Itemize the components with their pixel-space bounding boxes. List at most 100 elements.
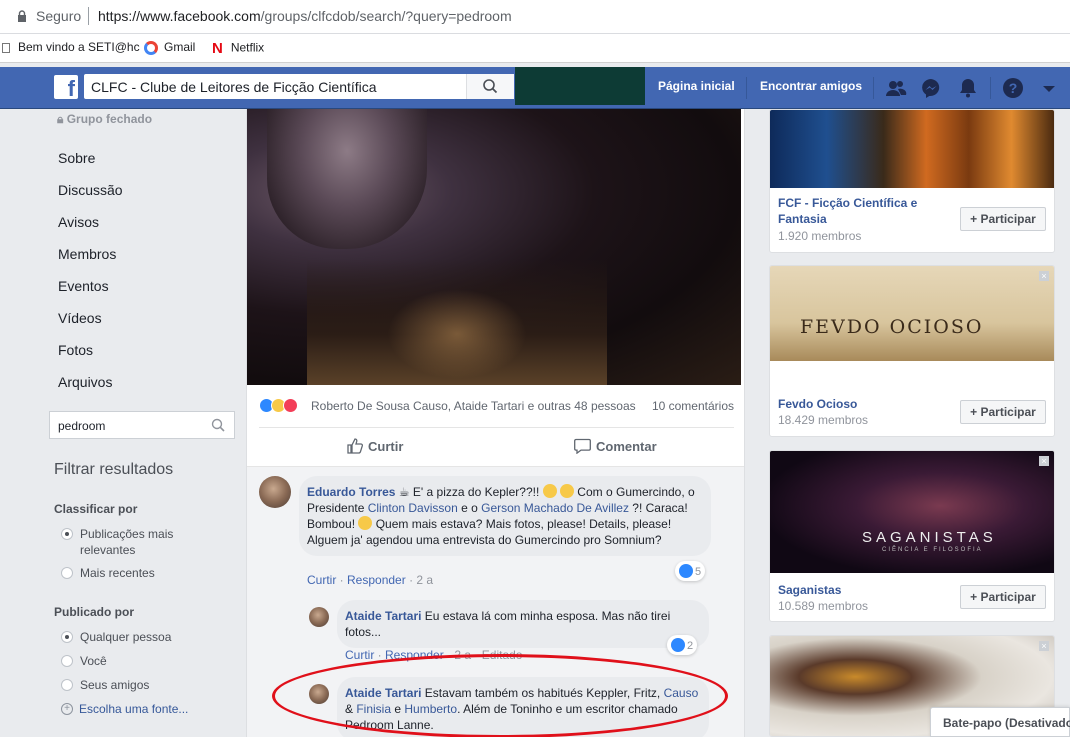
posted-by-anyone-radio[interactable]: [61, 631, 73, 643]
group-content-search-input[interactable]: pedroom: [49, 411, 235, 439]
comment-time[interactable]: 2 a: [416, 573, 433, 587]
comments-count[interactable]: 10 comentários: [652, 399, 734, 413]
secure-label: Seguro: [36, 8, 82, 24]
screen: Seguro https://www.facebook.com/groups/c…: [0, 0, 1070, 737]
plus-icon: +: [970, 212, 981, 226]
coffee-icon: ☕︎: [398, 485, 410, 499]
bookmark-gmail[interactable]: Gmail: [144, 40, 195, 55]
search-icon: [483, 79, 498, 94]
group-members: 18.429 membros: [778, 413, 869, 427]
sidebar-item-discussao[interactable]: Discussão: [58, 182, 123, 198]
find-friends-link[interactable]: Encontrar amigos: [760, 79, 862, 93]
search-button[interactable]: [466, 74, 514, 99]
join-group-label: Participar: [980, 405, 1036, 419]
sidebar-item-arquivos[interactable]: Arquivos: [58, 374, 112, 390]
join-group-button[interactable]: + Participar: [960, 585, 1046, 609]
banner-subtitle: CIÊNCIA E FILOSOFIA: [882, 547, 983, 553]
bookmark-netflix[interactable]: N Netflix: [212, 40, 264, 57]
comment-button-label: Comentar: [596, 439, 657, 454]
sort-relevant-radio[interactable]: [61, 528, 73, 540]
group-name-link[interactable]: Saganistas: [778, 582, 841, 598]
reactions-summary[interactable]: Roberto De Sousa Causo, Ataide Tartari e…: [259, 397, 734, 415]
reply-bubble: Ataide Tartari Eu estava lá com minha es…: [337, 600, 709, 648]
help-icon[interactable]: ?: [1002, 77, 1024, 99]
comment-author[interactable]: Ataide Tartari: [345, 609, 421, 623]
bookmark-netflix-label: Netflix: [230, 40, 265, 55]
avatar[interactable]: [259, 476, 291, 508]
sidebar-item-avisos[interactable]: Avisos: [58, 214, 99, 230]
mention-link[interactable]: Gerson Machado De Avillez: [481, 501, 629, 515]
astonished-emoji-icon: [542, 484, 557, 498]
banner-title: SAGANISTAS: [862, 529, 997, 546]
reply-like-link[interactable]: Curtir: [345, 648, 374, 662]
posted-by-friends-label[interactable]: Seus amigos: [80, 677, 149, 693]
close-icon[interactable]: ×: [1039, 641, 1049, 651]
suggested-group-card: FEVDO OCIOSO × Fevdo Ocioso 18.429 membr…: [769, 265, 1055, 437]
sort-recent-radio[interactable]: [61, 567, 73, 579]
comment-like-count[interactable]: 5: [675, 561, 706, 581]
avatar[interactable]: [309, 607, 329, 627]
group-name-link[interactable]: FCF - Ficção Científica e Fantasia: [778, 195, 958, 227]
highlight-ring-annotation: [272, 654, 728, 737]
comment-reply-link[interactable]: Responder: [347, 573, 406, 587]
left-sidebar: 🔒︎ Grupo fechado Sobre Discussão Avisos …: [0, 109, 245, 737]
chat-bar[interactable]: Bate-papo (Desativado): [930, 707, 1070, 737]
reply-like-count[interactable]: 2: [667, 635, 698, 655]
sidebar-item-eventos[interactable]: Eventos: [58, 278, 109, 294]
bookmark-seti-label: Bem vindo a SETI@hc: [18, 40, 140, 54]
group-name-link[interactable]: Fevdo Ocioso: [778, 396, 857, 412]
address-separator: [88, 7, 89, 25]
close-icon[interactable]: ×: [1039, 271, 1049, 281]
close-icon[interactable]: ×: [1039, 456, 1049, 466]
search-icon[interactable]: [211, 418, 225, 432]
home-link[interactable]: Página inicial: [658, 79, 735, 93]
lock-icon: [18, 10, 26, 22]
bookmark-seti[interactable]: Bem vindo a SETI@hc: [2, 40, 140, 54]
posted-by-anyone-label[interactable]: Qualquer pessoa: [80, 629, 171, 645]
comment-bubble: Eduardo Torres ☕︎ E' a pizza do Kepler??…: [299, 476, 711, 556]
group-banner[interactable]: FEVDO OCIOSO: [770, 266, 1054, 361]
like-count: 5: [695, 566, 702, 578]
notifications-bell-icon[interactable]: [957, 77, 979, 99]
url-text[interactable]: https://www.facebook.com/groups/clfcdob/…: [98, 8, 512, 24]
header-dark-panel: [515, 67, 645, 105]
filter-results-title: Filtrar resultados: [54, 461, 174, 478]
comment-author[interactable]: Eduardo Torres: [307, 485, 395, 499]
search-result-post: Roberto De Sousa Causo, Ataide Tartari e…: [246, 109, 745, 737]
join-group-button[interactable]: + Participar: [960, 207, 1046, 231]
join-group-button[interactable]: + Participar: [960, 400, 1046, 424]
post-photo[interactable]: [247, 109, 741, 385]
nav-separator: [873, 77, 874, 99]
comment-meta: Curtir · Responder · 2 a: [307, 573, 434, 587]
like-count: 2: [687, 640, 694, 652]
group-search-input[interactable]: CLFC - Clube de Leitores de Ficção Cient…: [84, 74, 514, 99]
love-reaction-icon: [283, 398, 298, 413]
posted-by-label: Publicado por: [54, 605, 135, 619]
posted-by-you-label[interactable]: Você: [80, 653, 107, 669]
comment-like-link[interactable]: Curtir: [307, 573, 336, 587]
url-path: /groups/clfcdob/search/?query=pedroom: [260, 8, 512, 24]
choose-source-link[interactable]: Escolha uma fonte...: [79, 702, 188, 716]
posted-by-friends-radio[interactable]: [61, 679, 73, 691]
like-button[interactable]: Curtir: [347, 438, 403, 454]
mention-link[interactable]: Clinton Davisson: [368, 501, 458, 515]
sidebar-item-fotos[interactable]: Fotos: [58, 342, 93, 358]
account-menu-chevron-down-icon[interactable]: [1038, 77, 1060, 99]
messenger-icon[interactable]: [920, 77, 942, 99]
address-bar[interactable]: Seguro https://www.facebook.com/groups/c…: [0, 0, 1070, 34]
add-circle-icon: +: [61, 703, 73, 715]
posted-by-you-radio[interactable]: [61, 655, 73, 667]
group-banner[interactable]: [770, 110, 1054, 188]
group-banner[interactable]: SAGANISTAS CIÊNCIA E FILOSOFIA: [770, 451, 1054, 573]
sort-recent-label[interactable]: Mais recentes: [80, 565, 155, 581]
sort-relevant-label[interactable]: Publicações mais relevantes: [80, 526, 200, 558]
reaction-names[interactable]: Roberto De Sousa Causo, Ataide Tartari e…: [311, 399, 636, 413]
friends-icon[interactable]: [885, 77, 907, 99]
facebook-logo-icon[interactable]: f: [54, 75, 78, 99]
sidebar-item-sobre[interactable]: Sobre: [58, 150, 95, 166]
comment-text: E' a pizza do Kepler??!!: [409, 485, 543, 499]
sidebar-item-membros[interactable]: Membros: [58, 246, 116, 262]
astonished-emoji-icon: [559, 484, 574, 498]
sidebar-item-videos[interactable]: Vídeos: [58, 310, 102, 326]
comment-button[interactable]: Comentar: [574, 438, 657, 455]
